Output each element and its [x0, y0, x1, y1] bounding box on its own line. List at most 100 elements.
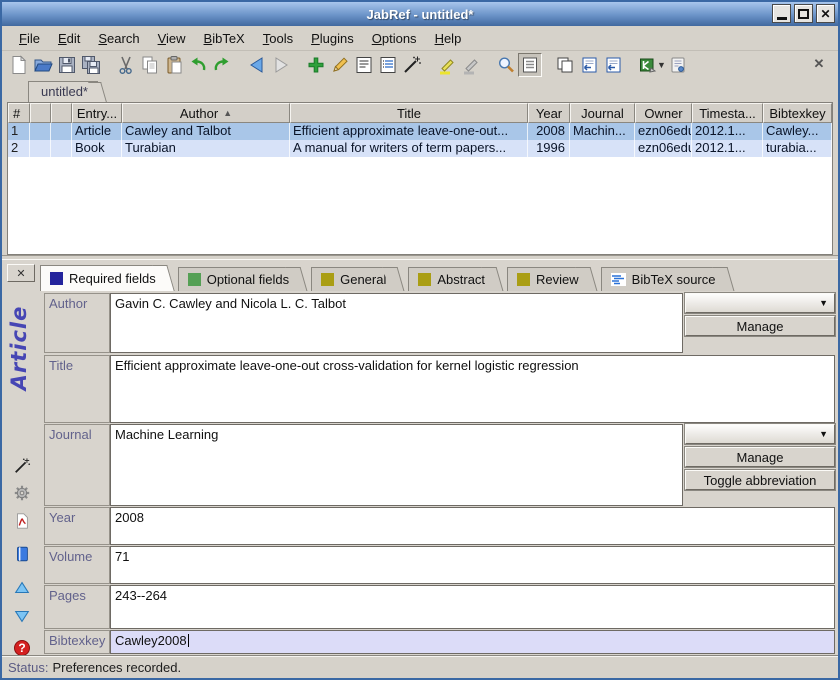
- save-database-button[interactable]: [55, 53, 79, 77]
- menu-help[interactable]: Help: [426, 29, 471, 48]
- menu-search[interactable]: Search: [89, 29, 148, 48]
- menu-view[interactable]: View: [149, 29, 195, 48]
- redo-button[interactable]: [210, 53, 234, 77]
- table-row[interactable]: 2 Book Turabian A manual for writers of …: [8, 140, 832, 157]
- toggle-groups-button[interactable]: [518, 53, 542, 77]
- pages-label: Pages: [44, 585, 110, 629]
- new-database-button[interactable]: [7, 53, 31, 77]
- open-in-writer-button[interactable]: [666, 53, 690, 77]
- author-manage-button[interactable]: Manage: [685, 316, 835, 336]
- tab-required-fields[interactable]: Required fields: [40, 265, 164, 291]
- paste-button[interactable]: [162, 53, 186, 77]
- pages-row: Pages 243--264: [44, 585, 835, 629]
- tab-general[interactable]: General: [311, 267, 394, 291]
- toggle-abbreviation-button[interactable]: Toggle abbreviation: [685, 470, 835, 490]
- generate-key-button[interactable]: [12, 456, 32, 476]
- col-author[interactable]: Author▲: [122, 103, 290, 123]
- database-tab-label: untitled*: [41, 84, 88, 99]
- close-button[interactable]: ✕: [816, 4, 835, 23]
- col-icon-1[interactable]: [30, 103, 51, 123]
- push-to-application-2-button[interactable]: [601, 53, 625, 77]
- mark-entries-button[interactable]: [435, 53, 459, 77]
- minimize-button[interactable]: [772, 4, 791, 23]
- journal-label: Journal: [44, 424, 110, 506]
- required-fields-form: Author Gavin C. Cawley and Nicola L. C. …: [44, 293, 835, 654]
- col-number[interactable]: #: [8, 103, 30, 123]
- col-entrytype[interactable]: Entry...: [72, 103, 122, 123]
- forward-button[interactable]: [269, 53, 293, 77]
- journal-manage-button[interactable]: Manage: [685, 447, 835, 467]
- next-entry-button[interactable]: [12, 606, 32, 626]
- col-owner[interactable]: Owner: [635, 103, 692, 123]
- author-field[interactable]: Gavin C. Cawley and Nicola L. C. Talbot: [110, 293, 683, 353]
- year-label: Year: [44, 507, 110, 545]
- edit-strings-button[interactable]: [376, 53, 400, 77]
- journal-select[interactable]: ▼: [685, 424, 835, 444]
- copy-button[interactable]: [138, 53, 162, 77]
- edit-preamble-button[interactable]: [352, 53, 376, 77]
- tab-abstract[interactable]: Abstract: [408, 267, 493, 291]
- close-icon: ✕: [820, 7, 830, 21]
- author-row: Author Gavin C. Cawley and Nicola L. C. …: [44, 293, 835, 353]
- push-dropdown-arrow-icon[interactable]: ▼: [657, 60, 666, 70]
- col-timestamp[interactable]: Timesta...: [692, 103, 763, 123]
- open-database-button[interactable]: [31, 53, 55, 77]
- open-file-button[interactable]: [12, 544, 32, 564]
- undo-button[interactable]: [186, 53, 210, 77]
- pages-field[interactable]: 243--264: [110, 585, 835, 629]
- menu-plugins[interactable]: Plugins: [302, 29, 363, 48]
- tab-bibtex-source[interactable]: BibTeX source: [601, 267, 724, 291]
- edit-entry-button[interactable]: [328, 53, 352, 77]
- search-button[interactable]: [494, 53, 518, 77]
- general-icon: [321, 273, 334, 286]
- save-all-button[interactable]: [79, 53, 103, 77]
- push-to-lyx-icon: [638, 55, 658, 75]
- unmark-entries-button[interactable]: [459, 53, 483, 77]
- push-to-application-button[interactable]: [577, 53, 601, 77]
- menu-options[interactable]: Options: [363, 29, 426, 48]
- back-icon: [247, 55, 267, 75]
- new-entry-button[interactable]: [304, 53, 328, 77]
- edit-entry-icon: [330, 55, 350, 75]
- tab-optional-fields[interactable]: Optional fields: [178, 267, 297, 291]
- database-tab-untitled[interactable]: untitled*: [28, 81, 98, 102]
- title-field[interactable]: Efficient approximate leave-one-out cros…: [110, 355, 835, 423]
- menu-tools[interactable]: Tools: [254, 29, 302, 48]
- maximize-button[interactable]: [794, 4, 813, 23]
- cut-button[interactable]: [114, 53, 138, 77]
- menu-bibtex[interactable]: BibTeX: [195, 29, 254, 48]
- previous-entry-button[interactable]: [12, 578, 32, 598]
- col-journal[interactable]: Journal: [570, 103, 635, 123]
- menu-file[interactable]: File: [10, 29, 49, 48]
- open-database-icon: [33, 55, 53, 75]
- close-sidepane-button[interactable]: ✕: [810, 55, 828, 73]
- write-xmp-button[interactable]: [12, 511, 32, 531]
- col-icon-2[interactable]: [51, 103, 72, 123]
- bibtex-source-icon: [611, 273, 626, 286]
- chevron-down-icon: ▼: [819, 429, 828, 439]
- title-bar[interactable]: JabRef - untitled* ✕: [2, 2, 838, 26]
- journal-field[interactable]: Machine Learning: [110, 424, 683, 506]
- col-bibtexkey[interactable]: Bibtexkey: [763, 103, 832, 123]
- status-bar: Status: Preferences recorded.: [2, 655, 838, 678]
- volume-field[interactable]: 71: [110, 546, 835, 584]
- year-field[interactable]: 2008: [110, 507, 835, 545]
- optional-fields-icon: [188, 273, 201, 286]
- col-year[interactable]: Year: [528, 103, 570, 123]
- redo-icon: [212, 55, 232, 75]
- autoset-button[interactable]: [12, 483, 32, 503]
- copy-citation-button[interactable]: [553, 53, 577, 77]
- col-title[interactable]: Title: [290, 103, 528, 123]
- journal-row: Journal Machine Learning ▼ Manage Toggle…: [44, 424, 835, 506]
- undo-icon: [188, 55, 208, 75]
- bibtexkey-field[interactable]: Cawley2008: [110, 630, 835, 654]
- table-row[interactable]: 1 Article Cawley and Talbot Efficient ap…: [8, 123, 832, 140]
- back-button[interactable]: [245, 53, 269, 77]
- menu-edit[interactable]: Edit: [49, 29, 89, 48]
- required-fields-icon: [50, 272, 63, 285]
- tab-review[interactable]: Review: [507, 267, 587, 291]
- cleanup-wand-button[interactable]: [400, 53, 424, 77]
- author-name-format-select[interactable]: ▼: [685, 293, 835, 313]
- status-message: Preferences recorded.: [52, 660, 181, 675]
- title-label: Title: [44, 355, 110, 423]
